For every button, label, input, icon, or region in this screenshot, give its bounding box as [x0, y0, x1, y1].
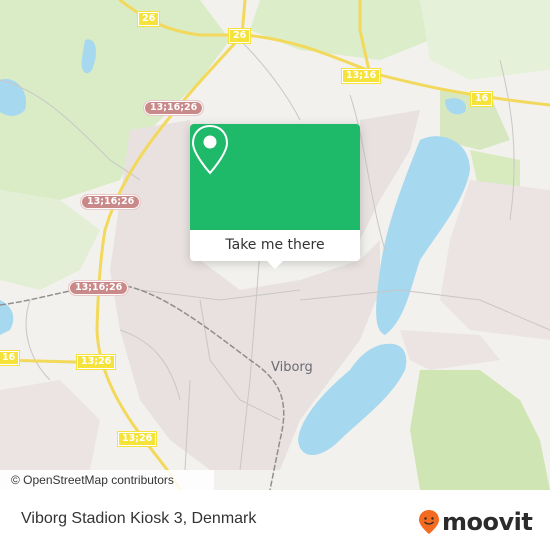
popup-header — [190, 124, 360, 230]
moovit-wordmark: moovit — [442, 508, 533, 536]
route-shield: 13;26 — [117, 431, 158, 447]
route-shield: 13;26 — [76, 354, 117, 370]
popup-pointer — [267, 261, 283, 269]
route-shield: 26 — [137, 11, 161, 27]
route-shield: 13;16;26 — [80, 194, 142, 210]
route-shield: 16 — [0, 350, 21, 366]
route-shield: 13;16;26 — [143, 100, 205, 116]
map-view[interactable]: 26 26 13;16 16 13;16;26 13;16;26 13;16;2… — [0, 0, 550, 490]
moovit-logo[interactable]: moovit — [418, 507, 533, 537]
route-shield: 13;16;26 — [68, 280, 130, 296]
moovit-pin-icon — [419, 510, 439, 534]
route-shield: 13;16 — [341, 68, 382, 84]
take-me-there-button[interactable]: Take me there — [190, 230, 360, 261]
location-title: Viborg Stadion Kiosk 3, Denmark — [21, 510, 257, 527]
city-label: Viborg — [271, 360, 313, 375]
location-popup: Take me there — [190, 124, 360, 269]
route-shield: 26 — [228, 28, 252, 44]
route-shield: 16 — [470, 91, 494, 107]
map-attribution[interactable]: © OpenStreetMap contributors — [0, 470, 214, 490]
location-pin-icon — [191, 124, 229, 175]
